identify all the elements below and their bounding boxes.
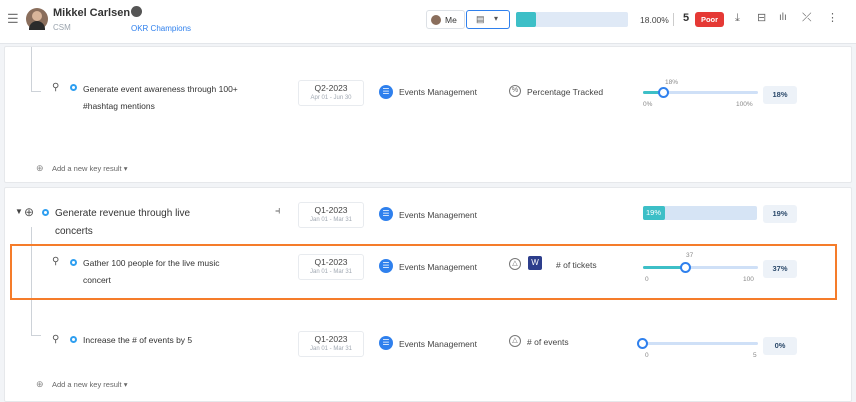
slider-min-label: 0 — [645, 276, 649, 283]
kr-title[interactable]: Generate event awareness through 100+ #h… — [83, 81, 238, 115]
slider-max-label: 100 — [743, 276, 754, 283]
status-dot-icon — [70, 336, 77, 343]
progress-badge: 37% — [763, 260, 797, 278]
expand-caret-icon[interactable]: ▼ — [15, 207, 23, 216]
team-icon: ☰ — [379, 85, 393, 99]
kr-title[interactable]: Gather 100 people for the live music con… — [83, 255, 220, 289]
period-selector[interactable]: Q1-2023 Jan 01 - Mar 31 — [298, 254, 364, 280]
triangle-metric-icon: △ — [509, 335, 521, 347]
status-dot-icon — [70, 259, 77, 266]
slider-min-label: 0 — [645, 352, 649, 359]
progress-badge: 19% — [763, 205, 797, 223]
score-value: 5 — [683, 12, 690, 24]
objective-progress-bar: 19% — [643, 206, 757, 220]
add-icon[interactable]: ⊕ — [36, 163, 44, 174]
top-header: ☰ Mikkel Carlsen CSM OKR Champions Me ▤ … — [0, 0, 856, 44]
status-dot-icon — [42, 209, 49, 216]
collapse-icon[interactable]: ⤫ — [802, 10, 812, 25]
slider-max-label: 100% — [736, 101, 753, 108]
team-label[interactable]: Events Management — [399, 262, 477, 272]
key-icon: ⚲ — [52, 256, 60, 267]
key-icon: ⚲ — [52, 82, 60, 93]
percentage-icon: % — [509, 85, 521, 97]
user-name[interactable]: Mikkel Carlsen — [53, 7, 130, 19]
objective-card-1: ⚲ Generate event awareness through 100+ … — [4, 46, 852, 183]
period-selector[interactable]: Q2-2023 Apr 01 - Jun 30 — [298, 80, 364, 106]
group-link[interactable]: OKR Champions — [131, 24, 191, 33]
metric-label: Percentage Tracked — [527, 87, 604, 97]
slider-handle[interactable] — [637, 338, 648, 349]
add-key-result-link[interactable]: Add a new key result ▾ — [52, 164, 127, 173]
score-badge: Poor — [695, 12, 724, 27]
slider-value-label: 37 — [686, 252, 694, 259]
progress-percent: 18.00% — [640, 15, 669, 25]
triangle-metric-icon: △ — [509, 258, 521, 270]
document-icon: ▤ — [476, 14, 485, 24]
slider-min-label: 0% — [643, 101, 653, 108]
progress-slider[interactable] — [643, 266, 758, 269]
chevron-down-icon: ▾ — [494, 14, 499, 23]
objective-card-2: ▼ ⊕ Generate revenue through live concer… — [4, 187, 852, 402]
me-avatar-icon — [431, 15, 441, 25]
tree-line — [31, 47, 32, 92]
me-label: Me — [445, 15, 457, 25]
header-divider — [673, 13, 674, 26]
progress-slider[interactable] — [643, 342, 758, 345]
tree-branch — [31, 335, 41, 336]
team-label[interactable]: Events Management — [399, 87, 477, 97]
user-role: CSM — [53, 23, 71, 32]
chart-icon[interactable]: ılı — [779, 12, 787, 23]
slider-value-label: 18% — [665, 79, 679, 86]
overall-progress-bar — [516, 12, 628, 27]
add-icon[interactable]: ⊕ — [36, 379, 44, 390]
user-avatar[interactable] — [26, 8, 48, 30]
hamburger-menu-icon[interactable]: ☰ — [7, 11, 19, 27]
add-key-result-link[interactable]: Add a new key result ▾ — [52, 380, 127, 389]
tree-branch — [31, 91, 41, 92]
team-icon: ☰ — [379, 207, 393, 221]
view-dropdown[interactable]: ▤ ▾ — [466, 10, 510, 29]
progress-badge: 18% — [763, 86, 797, 104]
overall-progress-fill — [516, 12, 537, 27]
progress-badge: 0% — [763, 337, 797, 355]
me-filter-button[interactable]: Me — [426, 10, 465, 29]
status-dot-icon — [70, 84, 77, 91]
target-icon: ⊕ — [24, 205, 35, 219]
objective-progress-fill: 19% — [643, 206, 665, 220]
team-icon: ☰ — [379, 259, 393, 273]
more-options-icon[interactable]: ⋮ — [827, 11, 838, 24]
team-icon: ☰ — [379, 336, 393, 350]
metric-label: # of events — [527, 337, 569, 347]
alignment-icon[interactable]: ⫞ — [275, 205, 281, 218]
slider-handle[interactable] — [679, 262, 691, 273]
team-label[interactable]: Events Management — [399, 210, 477, 220]
period-selector[interactable]: Q1-2023 Jan 01 - Mar 31 — [298, 202, 364, 228]
metric-label: # of tickets — [556, 260, 597, 270]
presentation-icon[interactable]: ⊟ — [757, 11, 766, 24]
period-selector[interactable]: Q1-2023 Jan 01 - Mar 31 — [298, 331, 364, 357]
group-avatar — [131, 6, 142, 17]
team-label[interactable]: Events Management — [399, 339, 477, 349]
key-icon: ⚲ — [52, 334, 60, 345]
integration-app-icon: W — [528, 256, 542, 270]
objective-title[interactable]: Generate revenue through live concerts — [55, 205, 190, 241]
slider-handle[interactable] — [657, 87, 669, 98]
download-icon[interactable]: ⤓ — [735, 12, 740, 25]
slider-max-label: 5 — [753, 352, 757, 359]
kr-title[interactable]: Increase the # of events by 5 — [83, 332, 192, 349]
